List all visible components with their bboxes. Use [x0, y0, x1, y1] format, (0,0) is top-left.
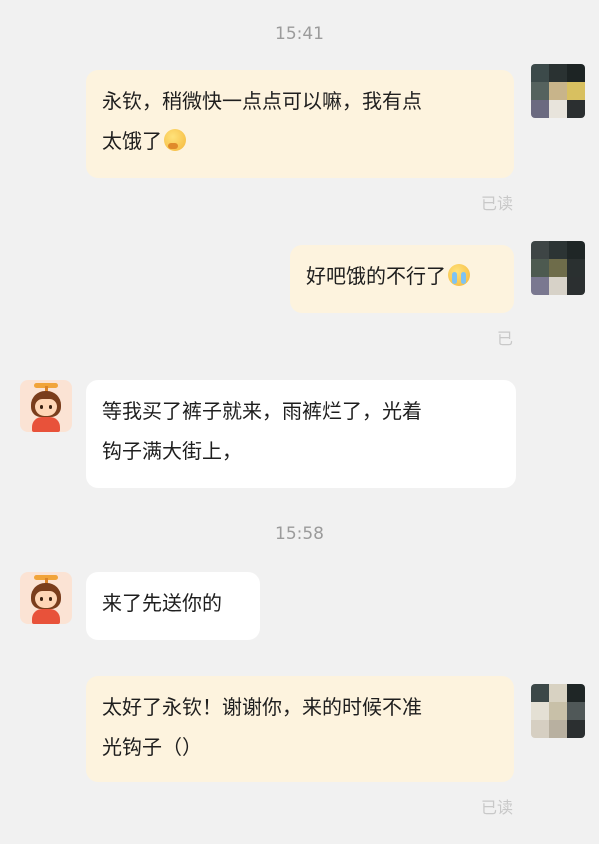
- my-avatar[interactable]: [531, 241, 585, 295]
- message-line: 光钩子（）: [102, 735, 202, 759]
- message-bubble-incoming[interactable]: 等我买了裤子就来，雨裤烂了，光着 钩子满大街上，: [86, 380, 516, 488]
- message-line: 太好了永钦！谢谢你，来的时候不准: [102, 695, 422, 719]
- thinking-face-emoji-icon: [164, 129, 186, 151]
- message-line: 钩子满大街上，: [102, 439, 242, 463]
- message-bubble-incoming[interactable]: 来了先送你的: [86, 572, 260, 640]
- read-receipt: 已: [496, 329, 513, 348]
- timestamp: 15:41: [275, 24, 324, 44]
- message-bubble-outgoing[interactable]: 好吧饿的不行了: [290, 245, 514, 313]
- message-bubble-outgoing[interactable]: 永钦，稍微快一点点可以嘛，我有点 太饿了: [86, 70, 514, 178]
- message-line-with-emoji: 太饿了: [102, 121, 498, 161]
- read-receipt: 已读: [480, 798, 513, 817]
- contact-avatar[interactable]: [20, 572, 72, 624]
- my-avatar[interactable]: [531, 684, 585, 738]
- read-receipt: 已读: [480, 194, 513, 213]
- message-bubble-outgoing[interactable]: 太好了永钦！谢谢你，来的时候不准 光钩子（）: [86, 676, 514, 782]
- message-line: 来了先送你的: [102, 591, 222, 615]
- message-line-with-emoji: 好吧饿的不行了: [306, 256, 498, 296]
- contact-avatar[interactable]: [20, 380, 72, 432]
- timestamp: 15:58: [275, 524, 324, 544]
- message-line: 永钦，稍微快一点点可以嘛，我有点: [102, 89, 422, 113]
- loudly-crying-face-emoji-icon: [448, 264, 470, 286]
- my-avatar[interactable]: [531, 64, 585, 118]
- message-line: 等我买了裤子就来，雨裤烂了，光着: [102, 399, 422, 423]
